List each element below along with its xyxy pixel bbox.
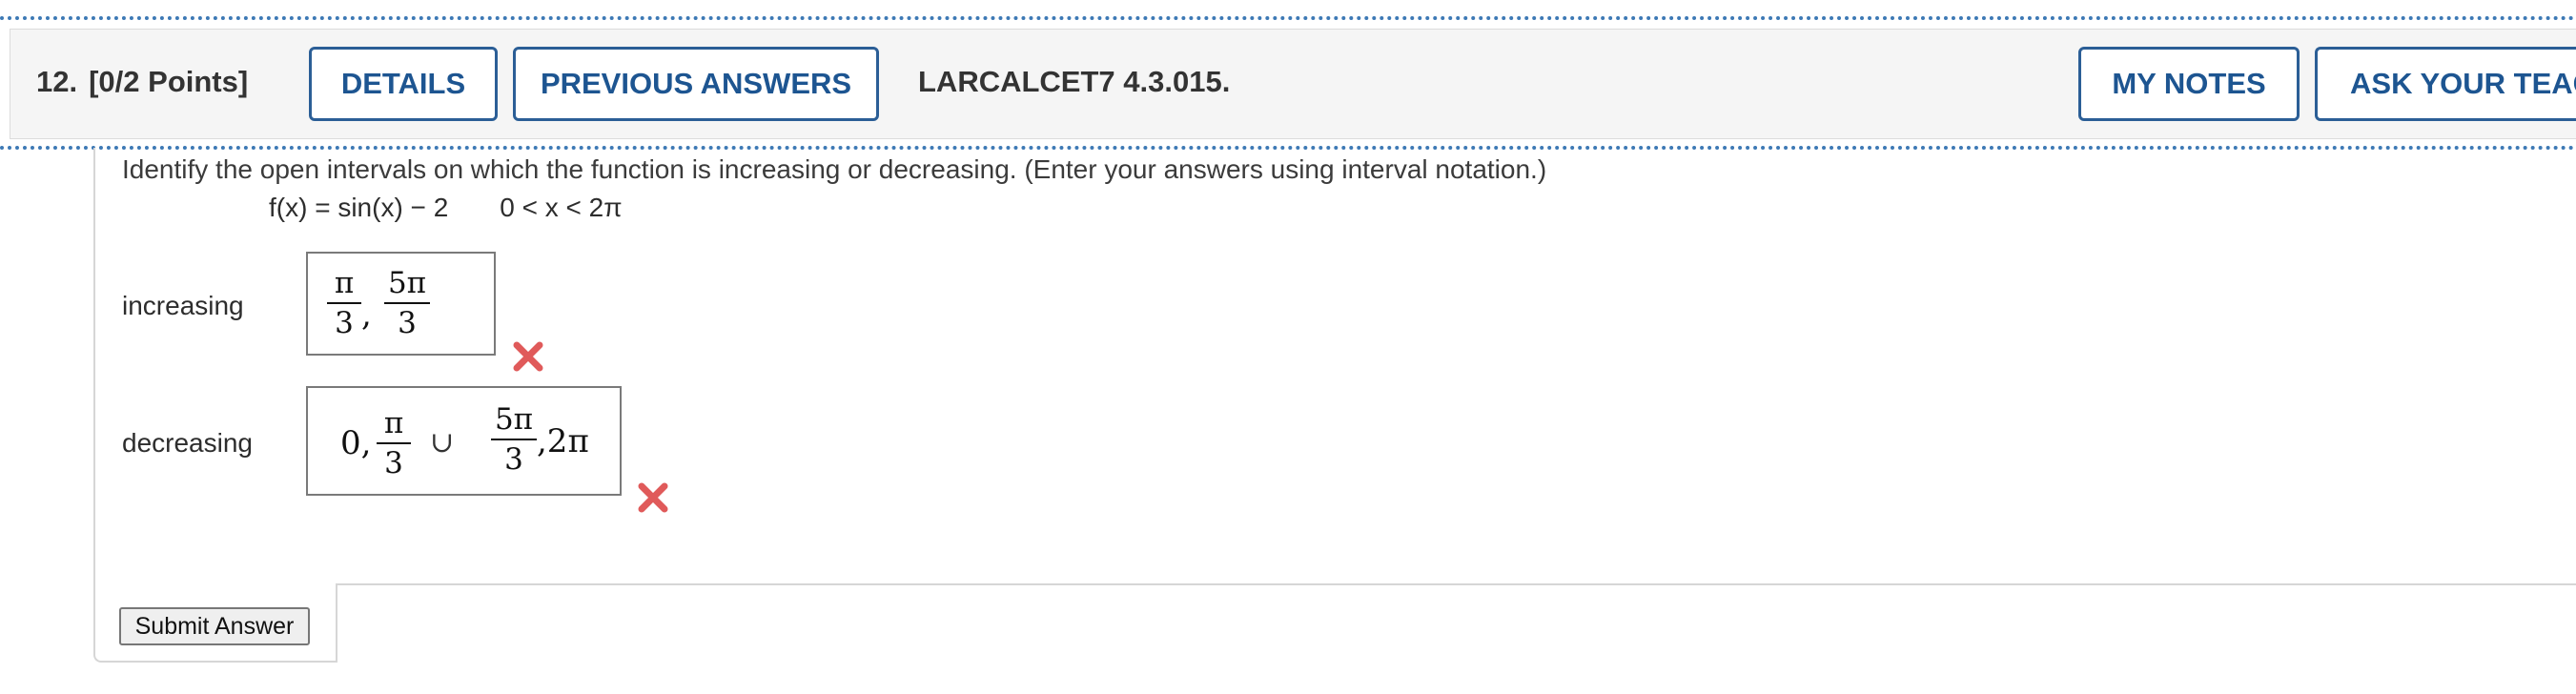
increasing-fraction-2: 5π 3 [384, 269, 430, 338]
function-expression: f(x) = sin(x) − 2 [269, 193, 449, 222]
fraction-numerator: 5π [387, 266, 427, 300]
fraction-denominator: 3 [384, 302, 430, 338]
decreasing-fraction-2: 5π 3 [491, 405, 537, 475]
decreasing-label: decreasing [122, 428, 253, 458]
submit-answer-button[interactable]: Submit Answer [119, 607, 310, 645]
question-panel [93, 148, 337, 663]
union-symbol: ∪ [430, 426, 455, 459]
ask-your-teacher-button-label: ASK YOUR TEAC [2350, 67, 2576, 100]
question-number: 12. [36, 65, 78, 98]
function-domain: 0 < x < 2π [500, 193, 623, 222]
increasing-fraction-1: π 3 [327, 269, 361, 338]
fraction-numerator: π [383, 406, 404, 440]
function-definition: f(x) = sin(x) − 2 0 < x < 2π [269, 193, 623, 223]
fraction-numerator: π [334, 266, 355, 300]
previous-answers-button-label: PREVIOUS ANSWERS [540, 67, 852, 100]
x-mark-icon [513, 341, 543, 372]
header-top-focus-border [0, 16, 2576, 20]
interval-separator: , [361, 296, 372, 334]
my-notes-button-label: MY NOTES [2112, 67, 2266, 100]
ask-your-teacher-button[interactable]: ASK YOUR TEAC [2315, 47, 2576, 121]
question-prompt: Identify the open intervals on which the… [122, 154, 1547, 184]
fraction-numerator: 5π [494, 402, 534, 437]
fraction-denominator: 3 [491, 439, 537, 475]
interval-end: ,2π [537, 422, 589, 460]
x-mark-icon [638, 482, 668, 513]
decreasing-answer-box[interactable]: 0, π 3 ∪ 5π 3 ,2π [306, 386, 622, 496]
panel-edge [336, 583, 337, 663]
interval-start: 0, [340, 424, 372, 462]
header-bottom-focus-border [0, 146, 2576, 150]
points-label: [0/2 Points] [89, 65, 249, 98]
fraction-denominator: 3 [327, 302, 361, 338]
previous-answers-button[interactable]: PREVIOUS ANSWERS [513, 47, 879, 121]
question-number-and-points: 12. [0/2 Points] [36, 65, 248, 99]
details-button-label: DETAILS [340, 67, 466, 100]
increasing-answer-box[interactable]: π 3 , 5π 3 [306, 252, 496, 356]
my-notes-button[interactable]: MY NOTES [2078, 47, 2300, 121]
question-id: LARCALCET7 4.3.015. [918, 65, 1231, 98]
panel-divider [337, 583, 2576, 585]
fraction-denominator: 3 [377, 442, 411, 479]
decreasing-fraction-1: π 3 [377, 409, 411, 479]
details-button[interactable]: DETAILS [309, 47, 498, 121]
increasing-label: increasing [122, 291, 244, 320]
